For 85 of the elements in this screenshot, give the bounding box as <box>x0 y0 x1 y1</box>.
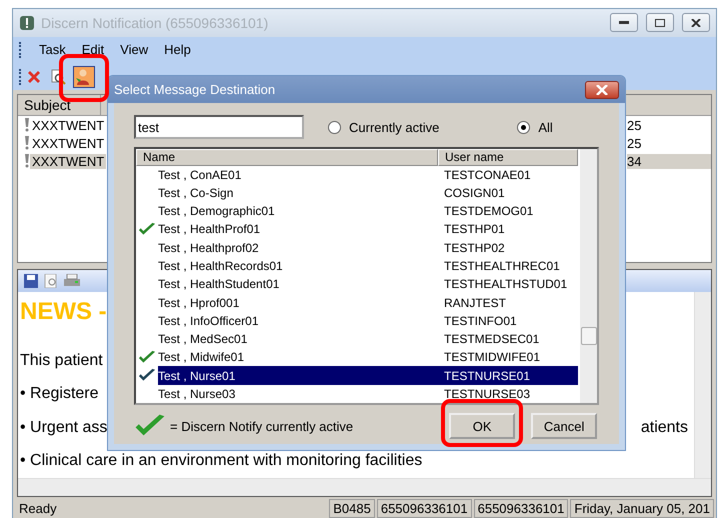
menu-item[interactable]: View <box>120 42 148 58</box>
check-icon <box>138 368 156 383</box>
user-id-cell[interactable]: TESTINFO01 <box>438 312 578 330</box>
filter-radio[interactable]: All <box>517 120 553 134</box>
status-text: 655096336101 <box>474 498 568 518</box>
message-subject[interactable]: XXXTWENT <box>30 154 106 169</box>
check-icon <box>138 350 156 364</box>
message-text: atients <box>640 418 688 437</box>
dialog-button[interactable]: Cancel <box>531 413 598 439</box>
close-button[interactable] <box>682 13 710 32</box>
message-subject[interactable]: XXXTWENT <box>30 136 106 151</box>
menu-item[interactable]: Help <box>164 42 191 58</box>
user-id-cell[interactable]: TESTCONAE01 <box>438 166 578 184</box>
message-text: This patient <box>20 352 103 370</box>
menu-item[interactable]: Task <box>39 42 66 58</box>
user-id-cell[interactable]: TESTMIDWIFE01 <box>438 348 578 366</box>
close-icon <box>596 84 608 94</box>
column-header[interactable]: Subject <box>18 95 101 116</box>
user-name-cell[interactable]: Test , InfoOfficer01 <box>158 312 438 330</box>
user-name-cell[interactable]: Test , Nurse03 <box>158 384 438 403</box>
user-name-cell[interactable]: Test , Midwife01 <box>158 348 438 366</box>
radio-label: Currently active <box>349 120 440 134</box>
dialog-button[interactable]: OK <box>449 413 516 439</box>
user-id-cell[interactable]: TESTHP02 <box>438 238 578 257</box>
priority-icon <box>24 154 30 168</box>
minimize-icon <box>619 20 629 25</box>
app-icon <box>19 14 35 31</box>
status-text: 655096336101 <box>376 498 472 518</box>
table-cell-text: 25 <box>627 118 642 133</box>
user-name-cell[interactable]: Test , Healthprof02 <box>158 238 438 257</box>
vertical-scrollbar[interactable] <box>580 149 597 403</box>
search-field[interactable]: test <box>134 115 304 139</box>
column-header[interactable]: Name <box>136 149 438 166</box>
message-text: • Clinical care in an environment with monitoring facilities <box>20 452 422 470</box>
menu-item[interactable]: Edit <box>82 42 104 58</box>
priority-icon <box>24 118 30 132</box>
user-id-cell[interactable]: TESTHEALTHSTUD01 <box>438 275 578 294</box>
check-icon <box>138 222 156 237</box>
radio-label: All <box>538 120 553 134</box>
user-id-cell[interactable]: TESTNURSE01 <box>438 366 578 385</box>
message-text: • Registere <box>20 385 99 404</box>
user-id-cell[interactable]: TESTMEDSEC01 <box>438 330 578 348</box>
dialog-title: Select Message Destination <box>114 82 276 97</box>
filter-radio[interactable]: Currently active <box>328 120 440 134</box>
user-id-cell[interactable]: TESTHP01 <box>438 220 578 239</box>
user-name-cell[interactable]: Test , HealthProf01 <box>158 220 438 239</box>
user-id-cell[interactable]: TESTNURSE03 <box>438 384 578 403</box>
user-id-cell[interactable]: RANJTEST <box>438 293 578 312</box>
maximize-icon <box>655 18 665 27</box>
user-name-cell[interactable]: Test , Hprof001 <box>158 293 438 312</box>
table-cell-text: 25 <box>627 136 642 151</box>
horizontal-scrollbar[interactable] <box>18 478 711 496</box>
user-id-cell[interactable]: TESTDEMOG01 <box>438 202 578 220</box>
user-id-cell[interactable]: COSIGN01 <box>438 184 578 202</box>
toolbar-button[interactable] <box>73 66 95 88</box>
preview-icon <box>44 274 58 288</box>
window-title: Discern Notification (655096336101) <box>41 14 268 31</box>
message-subject[interactable]: XXXTWENT <box>30 118 106 133</box>
close-button[interactable] <box>585 80 619 98</box>
save-icon <box>24 274 38 288</box>
user-name-cell[interactable]: Test , Nurse01 <box>158 366 438 385</box>
message-heading: NEWS - <box>20 298 107 326</box>
person-icon <box>74 68 92 86</box>
priority-icon <box>24 136 30 150</box>
status-text: B0485 <box>329 498 375 518</box>
printer-icon <box>64 274 80 288</box>
legend-text: = Discern Notify currently active <box>170 418 354 434</box>
vertical-scrollbar[interactable] <box>694 292 711 478</box>
user-name-cell[interactable]: Test , HealthStudent01 <box>158 275 438 294</box>
magnifier-icon <box>50 68 66 84</box>
status-text: Friday, January 05, 201 <box>570 498 714 518</box>
status-text: Ready <box>18 500 58 518</box>
user-name-cell[interactable]: Test , ConAE01 <box>158 166 438 184</box>
user-id-cell[interactable]: TESTHEALTHREC01 <box>438 256 578 276</box>
message-text: • Urgent ass <box>20 418 108 437</box>
close-icon <box>26 68 42 84</box>
close-icon <box>691 18 701 27</box>
user-name-cell[interactable]: Test , Co-Sign <box>158 184 438 202</box>
maximize-button[interactable] <box>646 13 674 32</box>
column-header[interactable]: User name <box>438 149 578 166</box>
user-name-cell[interactable]: Test , HealthRecords01 <box>158 256 438 276</box>
user-name-cell[interactable]: Test , MedSec01 <box>158 330 438 348</box>
table-cell: 34 <box>627 154 711 169</box>
minimize-button[interactable] <box>610 13 638 32</box>
user-name-cell[interactable]: Test , Demographic01 <box>158 202 438 220</box>
